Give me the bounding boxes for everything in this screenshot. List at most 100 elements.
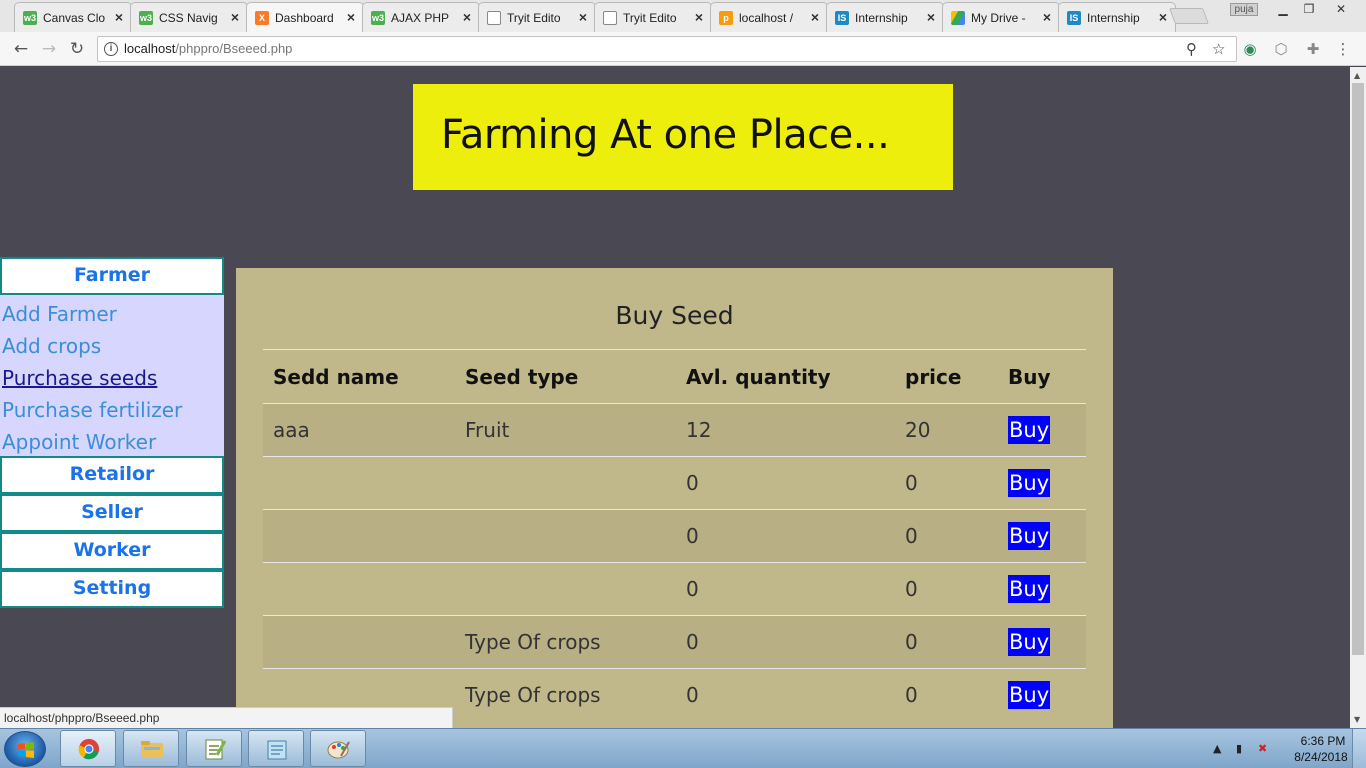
close-icon[interactable]: ×	[115, 9, 123, 25]
restore-icon[interactable]: ❐	[1296, 0, 1322, 18]
start-button[interactable]	[4, 731, 46, 767]
nav-add-crops[interactable]: Add crops	[0, 330, 224, 362]
reload-icon[interactable]: ↻	[65, 37, 89, 61]
nav-add-farmer[interactable]: Add Farmer	[0, 298, 224, 330]
close-icon[interactable]: ×	[811, 9, 819, 25]
extensions-puzzle-icon[interactable]: ✚	[1304, 40, 1322, 58]
column-header: Seed type	[455, 349, 676, 404]
nav-seller[interactable]: Seller	[0, 494, 224, 532]
xampp-icon: X	[255, 10, 269, 25]
taskbar-notepad[interactable]	[248, 730, 304, 767]
close-icon[interactable]: ×	[695, 9, 703, 25]
farmer-submenu: Add Farmer Add crops Purchase seeds Purc…	[0, 295, 224, 456]
scrollbar-thumb[interactable]	[1352, 83, 1364, 655]
minimize-icon[interactable]: ▁	[1270, 0, 1296, 18]
taskbar-notepad-plus[interactable]	[186, 730, 242, 767]
nav-farmer[interactable]: Farmer	[0, 257, 224, 295]
internshala-icon: IS	[1067, 10, 1081, 25]
seed-table: Sedd name Seed type Avl. quantity price …	[263, 349, 1086, 722]
scroll-down-arrow-icon[interactable]: ▼	[1354, 715, 1360, 724]
clock-date[interactable]: 8/24/2018	[1289, 750, 1353, 764]
buy-seed-panel: Buy Seed Sedd name Seed type Avl. quanti…	[236, 268, 1113, 728]
cell-quantity: 12	[676, 403, 895, 457]
taskbar-chrome[interactable]	[60, 730, 116, 767]
back-icon[interactable]: ←	[9, 37, 33, 61]
tab-title: localhost /	[739, 10, 794, 25]
tab-title: Canvas Clo	[43, 10, 106, 25]
nav-purchase-fertilizer[interactable]: Purchase fertilizer	[0, 394, 224, 426]
system-tray: ▲ ▮ ✖ 6:36 PM 8/24/2018	[1205, 729, 1366, 768]
close-icon[interactable]: ×	[927, 9, 935, 25]
tab-internship-2[interactable]: IS Internship ×	[1058, 2, 1176, 32]
buy-button[interactable]: Buy	[1008, 522, 1051, 550]
clock-time[interactable]: 6:36 PM	[1293, 734, 1353, 748]
cell-seed-name	[263, 509, 455, 563]
tab-tryit-editor-1[interactable]: Tryit Edito ×	[478, 2, 596, 32]
buy-button[interactable]: Buy	[1008, 575, 1051, 603]
buy-button[interactable]: Buy	[1008, 681, 1051, 710]
page-icon	[487, 10, 501, 25]
new-tab-button[interactable]	[1169, 8, 1209, 24]
close-icon[interactable]: ×	[579, 9, 587, 25]
show-hidden-icons-icon[interactable]: ▲	[1213, 742, 1221, 755]
extension-globe-icon[interactable]: ◉	[1241, 40, 1259, 58]
table-header-row: Sedd name Seed type Avl. quantity price …	[263, 349, 1086, 404]
taskbar-paint[interactable]	[310, 730, 366, 767]
buy-button[interactable]: Buy	[1008, 469, 1051, 497]
file-explorer-icon	[141, 741, 163, 758]
zoom-search-icon[interactable]: ⚲	[1186, 40, 1197, 58]
buy-button[interactable]: Buy	[1008, 628, 1051, 656]
google-drive-icon	[951, 10, 965, 25]
menu-kebab-icon[interactable]: ⋮	[1334, 40, 1352, 58]
network-warning-icon[interactable]: ✖	[1258, 742, 1267, 755]
side-navigation: Farmer Add Farmer Add crops Purchase see…	[0, 257, 224, 608]
cell-price: 0	[895, 615, 998, 669]
tab-title: Tryit Edito	[623, 10, 677, 25]
taskbar-file-explorer[interactable]	[123, 730, 179, 767]
nav-worker[interactable]: Worker	[0, 532, 224, 570]
tab-internship-1[interactable]: IS Internship ×	[826, 2, 944, 32]
tab-css-navigation[interactable]: w3 CSS Navig ×	[130, 2, 248, 32]
close-icon[interactable]: ×	[1043, 9, 1051, 25]
column-header: Sedd name	[263, 349, 455, 404]
profile-badge[interactable]: puja	[1230, 3, 1258, 16]
cell-buy: Buy	[998, 615, 1086, 669]
nav-retailor[interactable]: Retailor	[0, 456, 224, 494]
tab-ajax-php[interactable]: w3 AJAX PHP ×	[362, 2, 480, 32]
info-icon[interactable]: i	[104, 42, 118, 56]
column-header: price	[895, 349, 998, 404]
tab-my-drive[interactable]: My Drive - ×	[942, 2, 1060, 32]
forward-icon[interactable]: →	[37, 37, 61, 61]
close-icon[interactable]: ×	[231, 9, 239, 25]
site-title: Farming At one Place...	[441, 112, 890, 158]
w3schools-icon: w3	[371, 10, 385, 25]
bookmark-star-icon[interactable]: ☆	[1212, 40, 1225, 58]
nav-setting[interactable]: Setting	[0, 570, 224, 608]
buy-button[interactable]: Buy	[1008, 416, 1051, 444]
vertical-scrollbar[interactable]: ▲ ▼	[1350, 67, 1366, 728]
cell-buy: Buy	[998, 509, 1086, 563]
cell-buy: Buy	[998, 668, 1086, 722]
nav-purchase-seeds[interactable]: Purchase seeds	[0, 362, 224, 394]
close-window-icon[interactable]: ✕	[1328, 0, 1354, 18]
close-icon[interactable]: ×	[347, 9, 355, 25]
w3schools-icon: w3	[23, 10, 37, 25]
extension-cube-icon[interactable]: ⬡	[1272, 40, 1290, 58]
show-desktop-button[interactable]	[1352, 729, 1366, 768]
link-status-tooltip: localhost/phppro/Bseeed.php	[0, 707, 453, 728]
tab-phpmyadmin[interactable]: p localhost / ×	[710, 2, 828, 32]
cell-seed-name	[263, 562, 455, 616]
tab-canvas-clock[interactable]: w3 Canvas Clo ×	[14, 2, 132, 32]
nav-appoint-worker[interactable]: Appoint Worker	[0, 426, 224, 458]
cell-price: 0	[895, 456, 998, 510]
battery-icon[interactable]: ▮	[1236, 742, 1242, 755]
close-icon[interactable]: ×	[1159, 9, 1167, 25]
address-bar[interactable]: i localhost/phppro/Bseeed.php ⚲ ☆	[97, 36, 1237, 62]
tab-tryit-editor-2[interactable]: Tryit Edito ×	[594, 2, 712, 32]
cell-price: 0	[895, 668, 998, 722]
close-icon[interactable]: ×	[463, 9, 471, 25]
cell-quantity: 0	[676, 562, 895, 616]
tab-dashboard[interactable]: X Dashboard ×	[246, 2, 364, 32]
scroll-up-arrow-icon[interactable]: ▲	[1354, 71, 1360, 80]
cell-quantity: 0	[676, 668, 895, 722]
